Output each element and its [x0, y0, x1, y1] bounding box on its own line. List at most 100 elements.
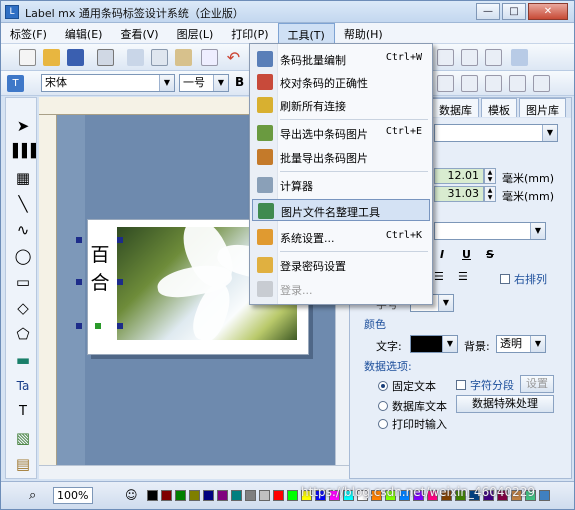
- menu-system-settings[interactable]: 系统设置... Ctrl+K: [252, 226, 430, 248]
- menu-export-selected[interactable]: 导出选中条码图片 Ctrl+E: [252, 122, 430, 144]
- ellipse-tool-icon[interactable]: ◯: [13, 246, 33, 266]
- qrcode-tool-icon[interactable]: ▦: [13, 168, 33, 188]
- right-arrange-checkbox[interactable]: 右排列: [500, 271, 547, 287]
- color-swatch[interactable]: [231, 490, 242, 501]
- settings-button[interactable]: 设置: [520, 375, 554, 393]
- resize-handle[interactable]: [76, 237, 82, 243]
- resize-handle[interactable]: [117, 237, 123, 243]
- color-swatch[interactable]: [147, 490, 158, 501]
- menu-layer[interactable]: 图层(L): [168, 23, 223, 44]
- color-swatch[interactable]: [245, 490, 256, 501]
- rectangle-tool-icon[interactable]: ▭: [13, 272, 33, 292]
- segment-checkbox[interactable]: 字符分段: [456, 377, 514, 393]
- option-input-on-print[interactable]: 打印时输入: [378, 416, 447, 432]
- maximize-button[interactable]: □: [502, 3, 526, 20]
- barcode-tool-icon[interactable]: ▌▌▌: [13, 142, 41, 162]
- tab-template[interactable]: 模板: [481, 98, 517, 117]
- menu-refresh-connections[interactable]: 刷新所有连接: [252, 94, 430, 116]
- align-center-icon[interactable]: ☰: [434, 270, 444, 283]
- option-database-text[interactable]: 数据库文本: [378, 398, 447, 414]
- font-size-select[interactable]: 一号 ▼: [179, 74, 229, 92]
- new-file-icon[interactable]: [19, 49, 36, 66]
- arrange-icon[interactable]: [485, 75, 502, 92]
- delete-icon[interactable]: [201, 49, 218, 66]
- menu-batch-barcode[interactable]: 条码批量编制 Ctrl+W: [252, 48, 430, 70]
- resize-handle[interactable]: [117, 323, 123, 329]
- align-right-icon[interactable]: ☰: [458, 270, 468, 283]
- align-icon[interactable]: [437, 75, 454, 92]
- resize-handle[interactable]: [76, 279, 82, 285]
- polygon-tool-icon[interactable]: ⬠: [13, 324, 33, 344]
- canvas-horizontal-scrollbar[interactable]: [39, 465, 349, 479]
- color-swatch[interactable]: [161, 490, 172, 501]
- close-button[interactable]: ✕: [528, 3, 568, 20]
- color-swatch[interactable]: [189, 490, 200, 501]
- resize-handle[interactable]: [117, 279, 123, 285]
- menu-login-password[interactable]: 登录密码设置: [252, 254, 430, 276]
- text-tool-icon[interactable]: Ta: [13, 376, 33, 396]
- y-spinner[interactable]: ▲ ▼: [484, 186, 496, 202]
- database-icon[interactable]: [511, 49, 528, 66]
- copy-icon[interactable]: [151, 49, 168, 66]
- color-swatch[interactable]: [273, 490, 284, 501]
- grid-icon[interactable]: [461, 49, 478, 66]
- color-swatch[interactable]: [287, 490, 298, 501]
- open-folder-icon[interactable]: [43, 49, 60, 66]
- label-vertical-text[interactable]: 百 合: [89, 241, 111, 297]
- print-icon[interactable]: [97, 49, 114, 66]
- spacing-icon[interactable]: [509, 75, 526, 92]
- background-select[interactable]: 透明 ▼: [496, 335, 546, 353]
- rich-text-tool-icon[interactable]: T: [13, 402, 33, 422]
- bold-button[interactable]: B: [235, 75, 244, 89]
- color-swatch[interactable]: [539, 490, 550, 501]
- text-style-icon[interactable]: T: [7, 75, 24, 92]
- menu-edit[interactable]: 编辑(E): [56, 23, 112, 44]
- fill-bar-tool-icon[interactable]: ▬: [13, 350, 33, 370]
- distribute-icon[interactable]: [461, 75, 478, 92]
- option-fixed-text[interactable]: 固定文本: [378, 378, 436, 394]
- barcode-settings-icon[interactable]: [485, 49, 502, 66]
- menu-batch-export[interactable]: 批量导出条码图片: [252, 146, 430, 168]
- resize-handle[interactable]: [76, 323, 82, 329]
- object-select[interactable]: ▼: [434, 124, 558, 142]
- menu-help[interactable]: 帮助(H): [335, 23, 392, 44]
- cut-icon[interactable]: [127, 49, 144, 66]
- zoom-level[interactable]: 100%: [53, 487, 93, 504]
- position-y-field[interactable]: 31.03: [434, 186, 484, 202]
- diamond-tool-icon[interactable]: ◇: [13, 298, 33, 318]
- curve-tool-icon[interactable]: ∿: [13, 220, 33, 240]
- rotate-handle[interactable]: [95, 323, 101, 329]
- color-swatch[interactable]: [175, 490, 186, 501]
- layout-icon[interactable]: [437, 49, 454, 66]
- text-color-select[interactable]: ▼: [410, 335, 458, 353]
- save-icon[interactable]: [67, 49, 84, 66]
- table-tool-icon[interactable]: ▤: [13, 454, 33, 474]
- zoom-icon[interactable]: ⌕: [29, 488, 36, 503]
- undo-icon[interactable]: ↶: [225, 49, 242, 66]
- size-icon[interactable]: [533, 75, 550, 92]
- special-processing-button[interactable]: 数据特殊处理: [456, 395, 554, 413]
- line-tool-icon[interactable]: ╲: [13, 194, 33, 214]
- menu-image-filename-tool[interactable]: 图片文件名整理工具: [252, 199, 430, 221]
- italic-button[interactable]: I: [440, 248, 444, 261]
- color-swatch[interactable]: [259, 490, 270, 501]
- menu-login[interactable]: 登录...: [252, 278, 430, 300]
- menu-tools[interactable]: 工具(T): [277, 23, 335, 44]
- minimize-button[interactable]: —: [476, 3, 500, 20]
- menu-verify-barcode[interactable]: 校对条码的正确性: [252, 71, 430, 93]
- paste-icon[interactable]: [175, 49, 192, 66]
- select-pointer-icon[interactable]: ➤: [13, 116, 33, 136]
- menu-label[interactable]: 标签(F): [1, 23, 56, 44]
- position-x-field[interactable]: 12.01: [434, 168, 484, 184]
- strikethrough-button[interactable]: S: [486, 248, 494, 261]
- palette-icon[interactable]: ☺: [125, 488, 138, 502]
- text-format-select[interactable]: ▼: [434, 222, 546, 240]
- menu-view[interactable]: 查看(V): [111, 23, 167, 44]
- color-swatch[interactable]: [203, 490, 214, 501]
- underline-button[interactable]: U: [462, 248, 471, 261]
- font-name-select[interactable]: 宋体 ▼: [41, 74, 175, 92]
- image-tool-icon[interactable]: ▧: [13, 428, 33, 448]
- tab-database[interactable]: 数据库: [432, 98, 479, 117]
- x-spinner[interactable]: ▲ ▼: [484, 168, 496, 184]
- color-swatch[interactable]: [217, 490, 228, 501]
